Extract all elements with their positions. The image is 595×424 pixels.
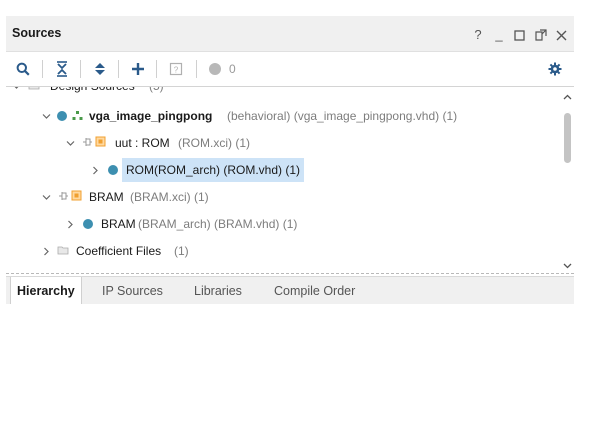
settings-gear-icon bbox=[548, 62, 562, 76]
search-button[interactable] bbox=[14, 60, 32, 78]
status-indicator[interactable] bbox=[206, 60, 224, 78]
tree-row-rom-ip[interactable]: uut : ROM (ROM.xci) (1) bbox=[6, 131, 561, 155]
add-sources-button[interactable] bbox=[129, 60, 147, 78]
help-button[interactable]: ? bbox=[472, 27, 484, 43]
settings-button[interactable] bbox=[546, 60, 564, 78]
chevron-right-icon[interactable] bbox=[91, 166, 100, 175]
chevron-right-icon[interactable] bbox=[42, 247, 51, 256]
tree-row-rom-arch[interactable]: ROM(ROM_arch) (ROM.vhd) (1) bbox=[6, 158, 561, 182]
status-count: 0 bbox=[229, 62, 236, 76]
chevron-right-icon[interactable] bbox=[66, 220, 75, 229]
vhdl-module-icon bbox=[108, 158, 118, 182]
float-icon bbox=[535, 29, 547, 41]
toolbar-separator bbox=[156, 60, 157, 78]
vhdl-module-icon bbox=[83, 212, 93, 236]
folder-label: Coefficient Files bbox=[76, 244, 162, 258]
chevron-down-icon[interactable] bbox=[42, 193, 51, 202]
tree-row-bram-ip[interactable]: BRAM (BRAM.xci) (1) bbox=[6, 185, 561, 209]
chevron-down-icon[interactable] bbox=[66, 139, 75, 148]
module-name: BRAM bbox=[101, 217, 136, 231]
close-button[interactable] bbox=[556, 30, 568, 41]
expand-all-icon bbox=[95, 63, 105, 75]
toolbar-separator bbox=[42, 60, 43, 78]
svg-text:?: ? bbox=[174, 66, 179, 75]
expand-all-button[interactable] bbox=[91, 60, 109, 78]
tree-row-bram-arch[interactable]: BRAM (BRAM_arch) (BRAM.vhd) (1) bbox=[6, 212, 561, 236]
sources-toolbar: ? 0 bbox=[6, 52, 574, 87]
status-dot-icon bbox=[209, 63, 221, 75]
tab-libraries[interactable]: Libraries bbox=[188, 277, 248, 304]
chevron-down-icon[interactable] bbox=[12, 87, 21, 91]
ip-instance-meta: (BRAM.xci) (1) bbox=[130, 190, 209, 204]
float-button[interactable] bbox=[535, 29, 547, 41]
splitter-divider[interactable] bbox=[6, 273, 574, 274]
add-icon bbox=[132, 63, 144, 75]
maximize-button[interactable] bbox=[514, 29, 526, 41]
close-icon bbox=[556, 30, 567, 40]
module-meta: (behavioral) (vga_image_pingpong.vhd) (1… bbox=[227, 109, 458, 123]
tree-count: (5) bbox=[149, 87, 164, 98]
tree-label: Design Sources bbox=[50, 87, 135, 98]
selected-item-label: ROM(ROM_arch) (ROM.vhd) (1) bbox=[122, 158, 305, 182]
tab-compile-order[interactable]: Compile Order bbox=[268, 277, 361, 304]
sources-panel: Sources ? _ ? 0 vga_image_pingpong (beha… bbox=[6, 16, 574, 304]
module-meta: (BRAM_arch) (BRAM.vhd) (1) bbox=[138, 217, 298, 231]
hierarchy-tree: Design Sources (5) vga_image_pingpong (b… bbox=[6, 87, 561, 273]
view-tabs: Hierarchy IP Sources Libraries Compile O… bbox=[6, 276, 574, 304]
ip-instance-icon bbox=[82, 131, 106, 155]
tab-hierarchy[interactable]: Hierarchy bbox=[10, 277, 82, 304]
minimize-button[interactable]: _ bbox=[493, 27, 505, 43]
folder-icon bbox=[28, 87, 40, 98]
ip-instance-meta: (ROM.xci) (1) bbox=[178, 136, 250, 150]
search-icon bbox=[16, 62, 30, 76]
vhdl-module-icon bbox=[57, 104, 67, 128]
panel-title: Sources bbox=[12, 26, 62, 40]
ip-instance-icon bbox=[58, 185, 82, 209]
tab-ip-sources[interactable]: IP Sources bbox=[96, 277, 169, 304]
tree-row-top-module[interactable]: vga_image_pingpong (behavioral) (vga_ima… bbox=[6, 104, 561, 128]
ip-instance-name: BRAM bbox=[89, 190, 124, 204]
folder-icon bbox=[57, 239, 69, 263]
toolbar-separator bbox=[196, 60, 197, 78]
properties-button[interactable]: ? bbox=[167, 60, 185, 78]
tree-row-design-sources[interactable]: Design Sources (5) bbox=[6, 87, 561, 98]
toolbar-separator bbox=[118, 60, 119, 78]
tree-row-coefficient-files[interactable]: Coefficient Files (1) bbox=[6, 239, 561, 263]
tree-scrollbar[interactable] bbox=[561, 87, 574, 273]
panel-header: Sources ? _ bbox=[6, 16, 574, 52]
ip-instance-name: uut : ROM bbox=[115, 136, 170, 150]
chevron-down-icon[interactable] bbox=[42, 112, 51, 121]
module-name: vga_image_pingpong bbox=[89, 109, 213, 123]
scroll-down-icon[interactable] bbox=[563, 261, 572, 270]
scroll-up-icon[interactable] bbox=[563, 93, 572, 102]
collapse-all-icon bbox=[57, 61, 67, 77]
folder-count: (1) bbox=[174, 244, 189, 258]
window-controls: ? _ bbox=[472, 27, 568, 43]
collapse-all-button[interactable] bbox=[53, 60, 71, 78]
top-hierarchy-icon bbox=[72, 104, 83, 128]
toolbar-separator bbox=[80, 60, 81, 78]
maximize-icon bbox=[514, 29, 525, 41]
scrollbar-thumb[interactable] bbox=[564, 113, 571, 163]
properties-icon: ? bbox=[169, 62, 183, 76]
